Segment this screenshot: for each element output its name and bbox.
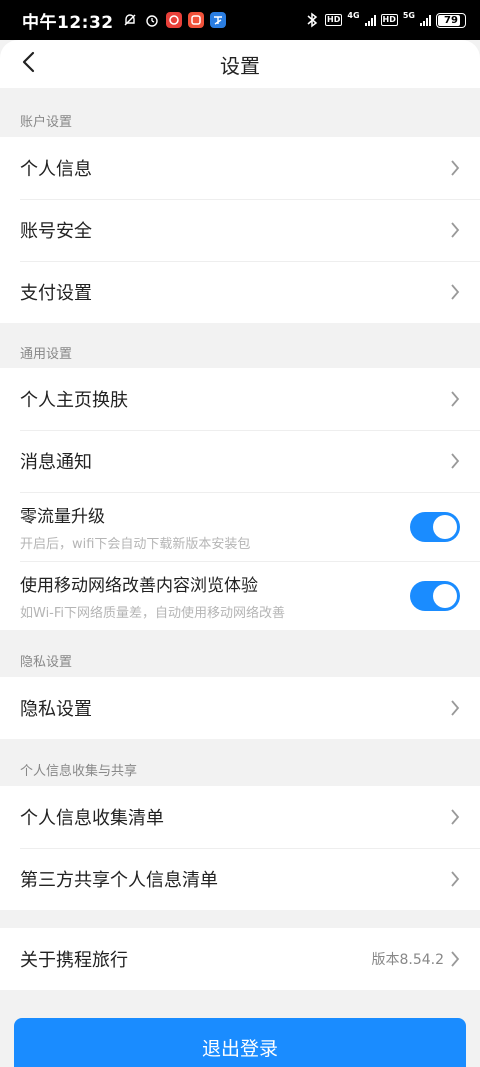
mute-bell-icon	[122, 12, 138, 28]
row-privacy-settings[interactable]: 隐私设置	[0, 677, 480, 739]
general-settings-group: 个人主页换肤 消息通知 零流量升级 开启后，wifi下会自动下载新版本安装包 使…	[0, 368, 480, 630]
row-label: 支付设置	[20, 283, 92, 304]
section-label-account: 账户设置	[20, 115, 73, 130]
settings-screen: 中午12:32 HD 4G HD 5G 79 设置 账户设置 个人信息 账号安全…	[0, 0, 480, 1067]
hd-badge-2: HD	[380, 14, 398, 26]
account-settings-group: 个人信息 账号安全 支付设置	[0, 137, 480, 323]
network-type-label-2: 5G	[402, 10, 415, 20]
row-label: 关于携程旅行	[20, 950, 128, 971]
toggle-description: 如Wi-Fi下网络质量差，自动使用移动网络改善	[20, 606, 286, 621]
chevron-right-icon	[451, 700, 460, 716]
row-info-collection-list[interactable]: 个人信息收集清单	[0, 786, 480, 848]
zero-data-upgrade-toggle[interactable]	[410, 511, 460, 542]
mobile-network-toggle[interactable]	[410, 580, 460, 611]
row-zero-data-upgrade: 零流量升级 开启后，wifi下会自动下载新版本安装包	[0, 492, 480, 561]
row-label: 个人信息	[20, 159, 92, 180]
row-label: 第三方共享个人信息清单	[20, 870, 218, 891]
chevron-right-icon	[451, 951, 460, 967]
network-type-label: 4G	[347, 10, 360, 20]
section-label-general: 通用设置	[20, 347, 73, 362]
alarm-icon	[144, 12, 160, 28]
toggle-description: 开启后，wifi下会自动下载新版本安装包	[20, 537, 251, 552]
privacy-settings-group: 隐私设置	[0, 677, 480, 739]
row-message-notification[interactable]: 消息通知	[0, 430, 480, 492]
signal-icon-2	[420, 14, 431, 26]
row-label: 个人信息收集清单	[20, 808, 164, 829]
row-label: 账号安全	[20, 221, 92, 242]
info-sharing-group: 个人信息收集清单 第三方共享个人信息清单	[0, 786, 480, 910]
row-third-party-sharing-list[interactable]: 第三方共享个人信息清单	[0, 848, 480, 910]
row-label: 隐私设置	[20, 699, 92, 720]
about-group: 关于携程旅行 版本8.54.2	[0, 928, 480, 990]
chevron-right-icon	[451, 284, 460, 300]
status-right-icons: HD 4G HD 5G 79	[304, 10, 466, 28]
app-notification-icon	[165, 12, 182, 28]
header-bar: 设置	[0, 40, 480, 88]
app-notification-icon-2	[187, 12, 204, 28]
chevron-right-icon	[451, 809, 460, 825]
section-label-privacy: 隐私设置	[20, 655, 73, 670]
row-homepage-skin[interactable]: 个人主页换肤	[0, 368, 480, 430]
hd-badge: HD	[325, 14, 343, 26]
row-personal-info[interactable]: 个人信息	[0, 137, 480, 199]
version-label: 版本8.54.2	[371, 952, 444, 968]
battery-icon: 79	[436, 12, 466, 28]
row-label: 消息通知	[20, 452, 92, 473]
toggle-knob	[433, 514, 457, 539]
chevron-right-icon	[451, 453, 460, 469]
chevron-right-icon	[451, 871, 460, 887]
section-label-info-sharing: 个人信息收集与共享	[20, 764, 138, 779]
toggle-title: 使用移动网络改善内容浏览体验	[20, 576, 258, 596]
logout-button[interactable]: 退出登录	[14, 1018, 466, 1067]
battery-level: 79	[444, 14, 458, 26]
bluetooth-icon	[304, 12, 320, 28]
status-time: 中午12:32	[22, 12, 114, 33]
row-payment-settings[interactable]: 支付设置	[0, 261, 480, 323]
translate-app-icon	[209, 12, 226, 28]
page-title: 设置	[220, 53, 260, 78]
chevron-right-icon	[451, 222, 460, 238]
toggle-title: 零流量升级	[20, 507, 105, 527]
row-account-security[interactable]: 账号安全	[0, 199, 480, 261]
row-label: 个人主页换肤	[20, 390, 128, 411]
status-bar: 中午12:32 HD 4G HD 5G 79	[0, 0, 480, 40]
row-mobile-network-improve: 使用移动网络改善内容浏览体验 如Wi-Fi下网络质量差，自动使用移动网络改善	[0, 561, 480, 630]
toggle-knob	[433, 583, 457, 608]
chevron-right-icon	[451, 391, 460, 407]
back-arrow-icon[interactable]	[18, 50, 42, 74]
row-about-app[interactable]: 关于携程旅行 版本8.54.2	[0, 928, 480, 990]
status-left-icons	[122, 12, 226, 28]
chevron-right-icon	[451, 160, 460, 176]
signal-icon	[364, 14, 376, 26]
